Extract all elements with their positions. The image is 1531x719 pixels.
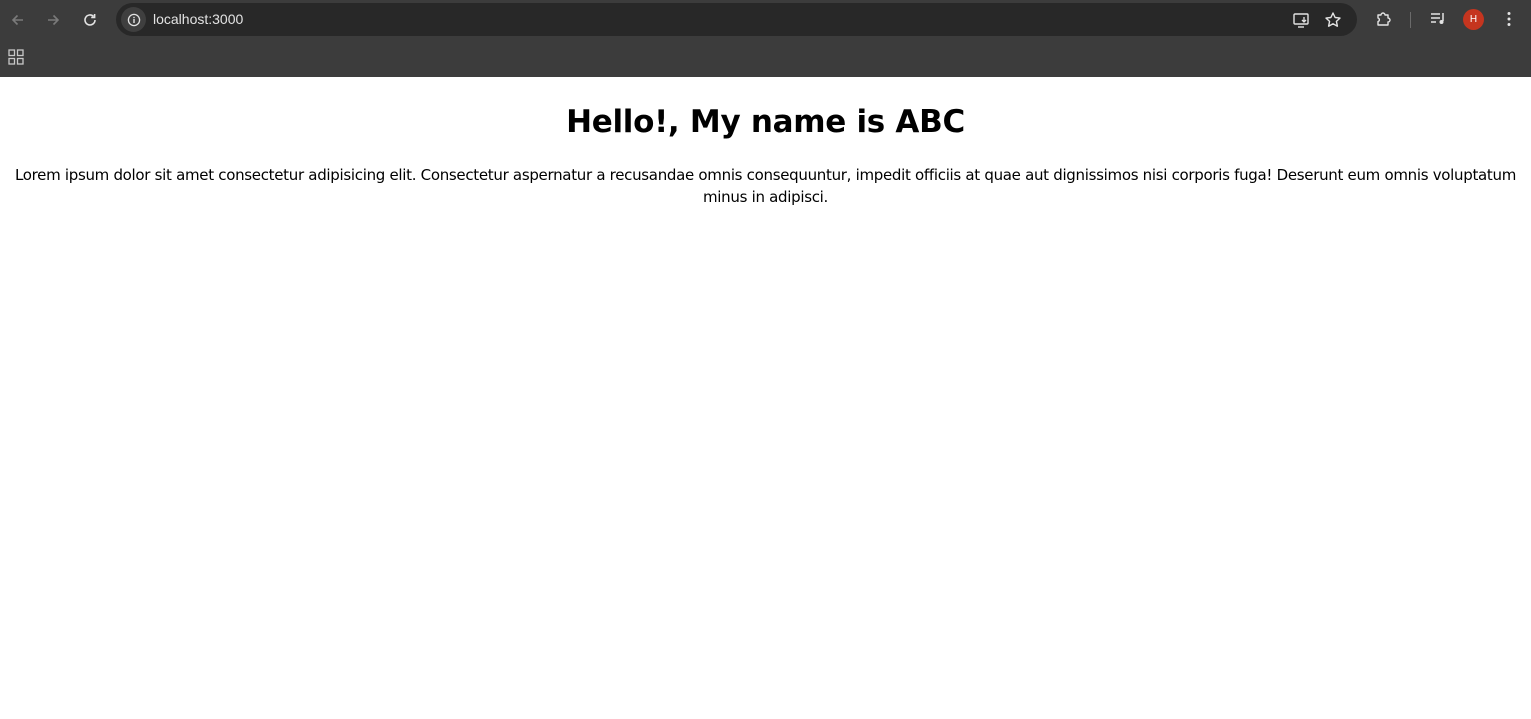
page-heading: Hello!, My name is ABC — [566, 104, 965, 140]
install-app-button[interactable] — [1291, 10, 1311, 30]
profile-initial: H — [1469, 14, 1478, 25]
star-icon — [1325, 12, 1341, 27]
browser-toolbar: localhost:3000 H — [0, 0, 1531, 40]
site-info-button[interactable] — [121, 7, 146, 32]
profile-avatar[interactable]: H — [1463, 9, 1484, 30]
bookmarks-bar — [0, 40, 1531, 77]
info-icon — [127, 13, 140, 26]
toolbar-divider — [1410, 12, 1411, 28]
url-text[interactable]: localhost:3000 — [153, 11, 243, 28]
media-controls-button[interactable] — [1428, 9, 1448, 29]
media-controls-icon — [1431, 13, 1444, 24]
reload-button[interactable] — [76, 6, 104, 34]
back-arrow-icon — [11, 14, 23, 26]
forward-arrow-icon — [48, 14, 60, 26]
address-bar[interactable]: localhost:3000 — [116, 3, 1357, 36]
kebab-menu-icon — [1507, 12, 1511, 26]
forward-button[interactable] — [39, 6, 67, 34]
puzzle-icon — [1377, 12, 1391, 26]
extensions-button[interactable] — [1374, 9, 1394, 29]
page-content: Hello!, My name is ABC Lorem ipsum dolor… — [0, 77, 1531, 719]
install-app-icon — [1293, 13, 1309, 28]
apps-grid-icon[interactable] — [7, 48, 25, 66]
page-paragraph: Lorem ipsum dolor sit amet consectetur a… — [14, 166, 1517, 206]
menu-button[interactable] — [1499, 9, 1519, 29]
reload-icon — [84, 14, 96, 26]
bookmark-button[interactable] — [1323, 10, 1343, 30]
back-button[interactable] — [4, 6, 32, 34]
